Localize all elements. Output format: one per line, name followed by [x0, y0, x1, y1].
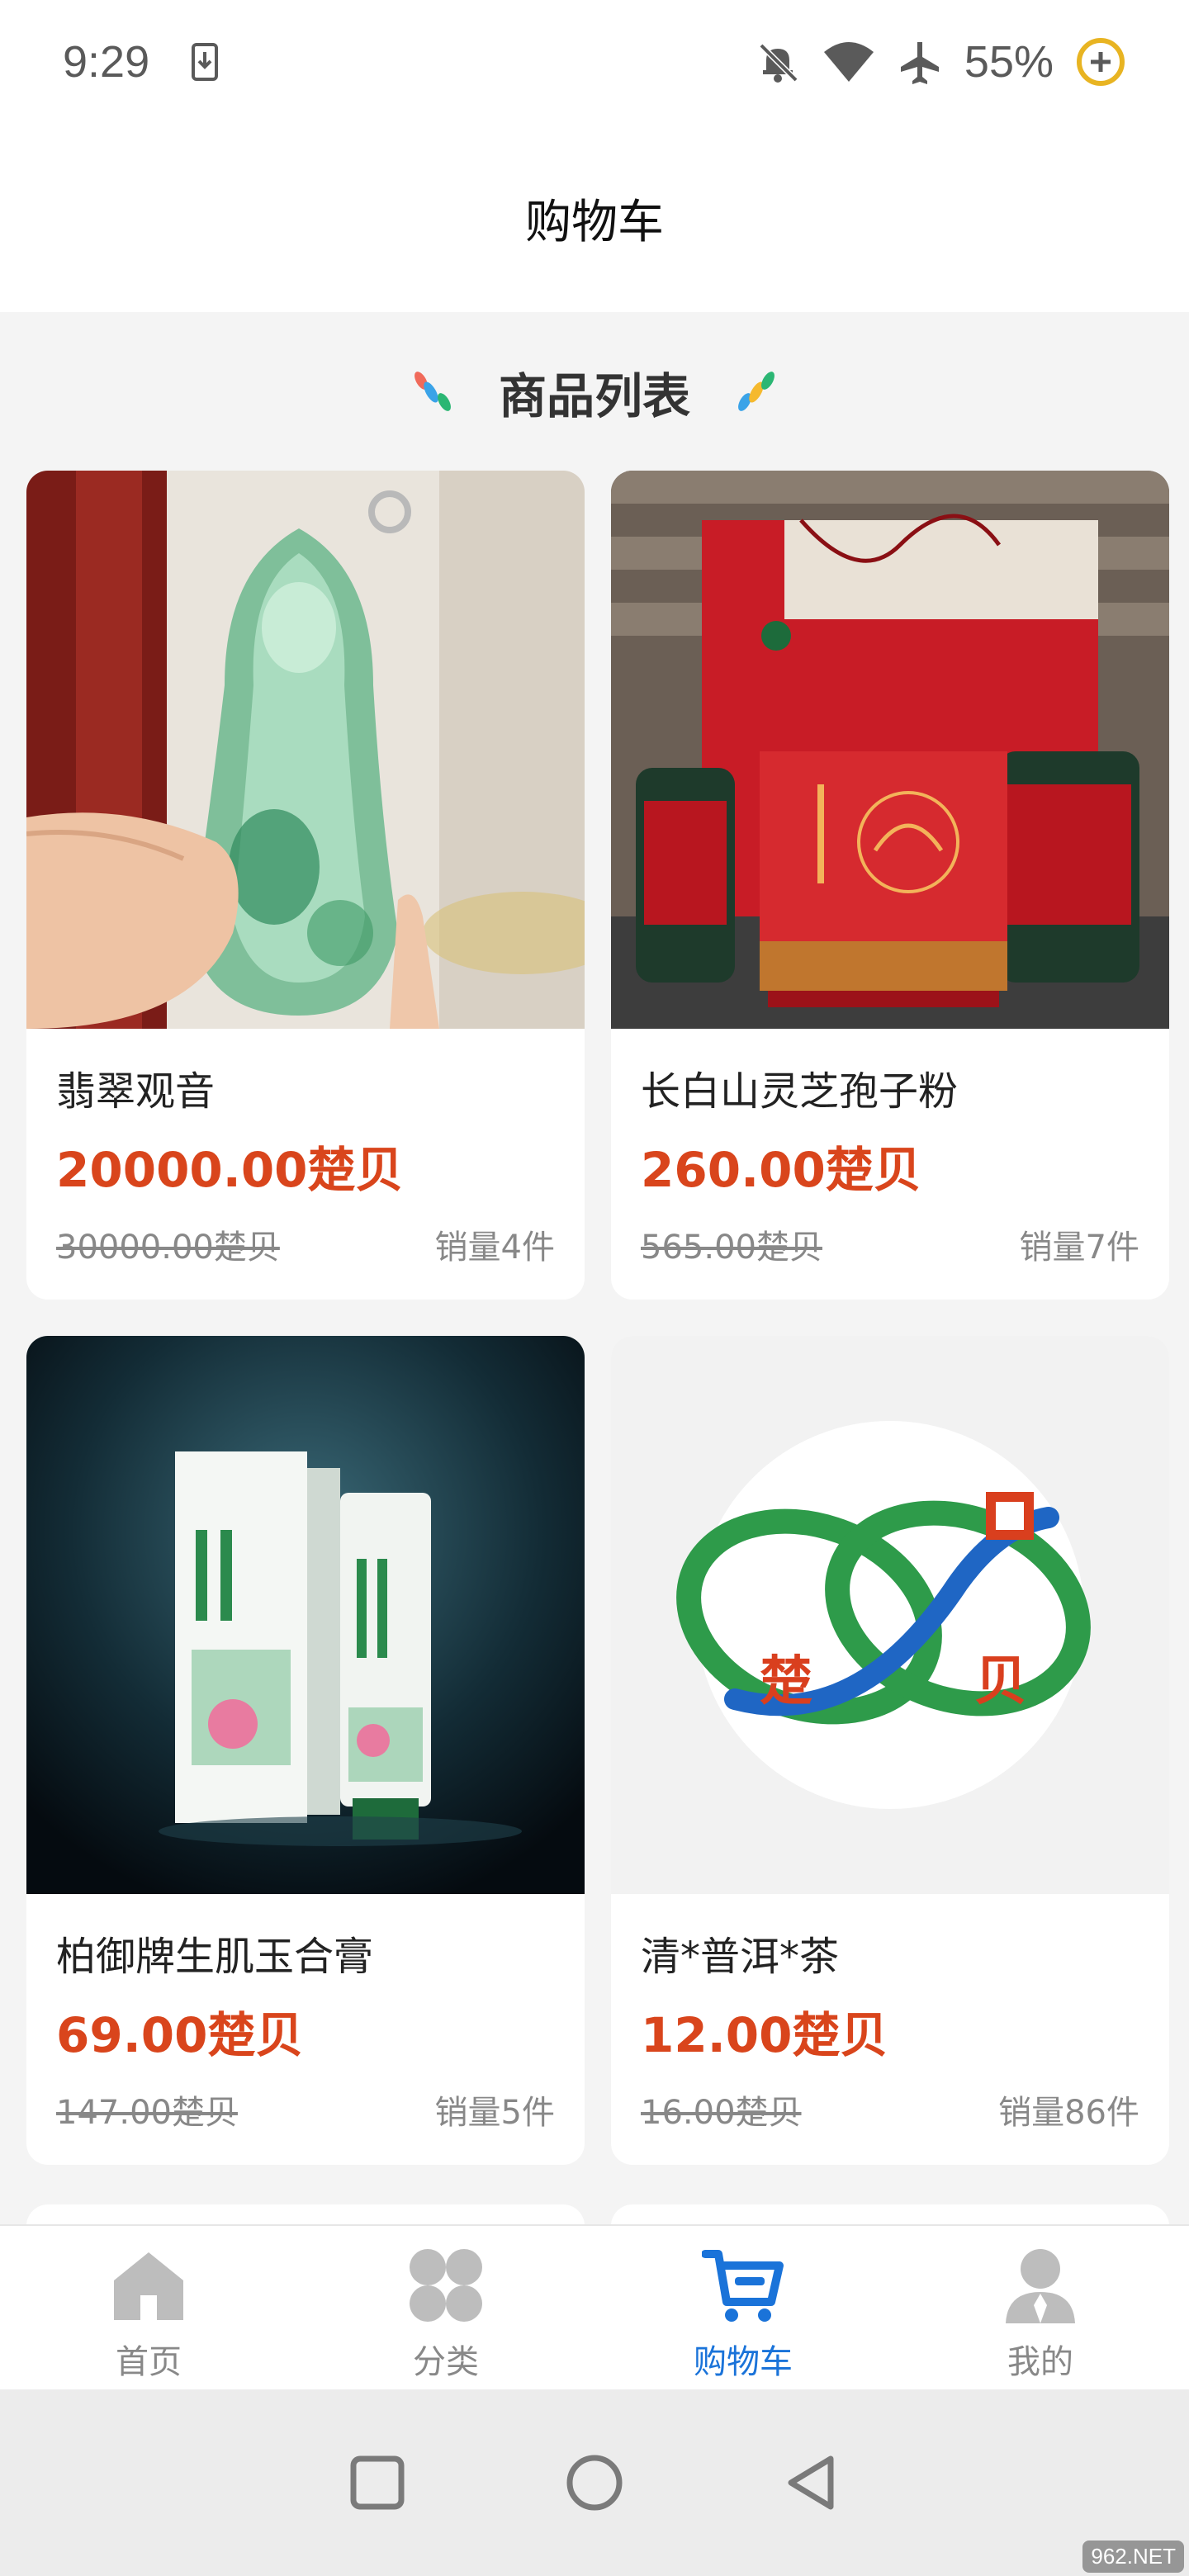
product-image-jade[interactable] — [26, 471, 585, 1029]
bottom-tab-bar: 首页 分类 购物车 我的 — [0, 2224, 1189, 2389]
notifications-off-icon — [759, 43, 798, 83]
airplane-icon — [900, 42, 939, 84]
product-name: 清*普洱*茶 — [641, 1934, 840, 1980]
home-icon — [114, 2252, 183, 2320]
battery-saver-icon — [1077, 38, 1125, 86]
product-sales: 销量5件 — [434, 2094, 555, 2132]
tab-label: 首页 — [116, 2343, 182, 2381]
page-title: 购物车 — [525, 195, 664, 249]
product-original-price: 565.00楚贝 — [641, 1229, 822, 1267]
status-bar: 9:29 55% — [0, 0, 1189, 124]
product-grid: 翡翠观音 20000.00楚贝 30000.00楚贝 销量4件 长白山灵芝孢子粉… — [26, 471, 1169, 2165]
tab-mine[interactable]: 我的 — [892, 2226, 1189, 2389]
product-sales: 销量4件 — [434, 1229, 555, 1267]
decoration-right-icon — [738, 372, 775, 411]
section-header: 商品列表 — [0, 347, 1189, 438]
product-image-ointment[interactable] — [26, 1336, 585, 1894]
cart-icon — [702, 2250, 784, 2322]
product-price: 69.00楚贝 — [56, 2007, 304, 2063]
product-image-logo[interactable]: 楚 贝 — [611, 1336, 1169, 1894]
product-name: 长白山灵芝孢子粉 — [641, 1068, 959, 1115]
tab-label: 分类 — [413, 2343, 479, 2381]
product-price: 20000.00楚贝 — [56, 1142, 404, 1198]
battery-percentage: 55% — [964, 37, 1054, 87]
product-price: 260.00楚贝 — [641, 1142, 921, 1198]
tab-label: 购物车 — [694, 2343, 793, 2381]
system-nav-bar — [0, 2389, 1189, 2576]
tab-label: 我的 — [1007, 2343, 1073, 2381]
product-sales: 销量86件 — [998, 2094, 1139, 2132]
product-original-price: 147.00楚贝 — [56, 2094, 238, 2132]
decoration-left-icon — [414, 372, 451, 411]
logo-text-right: 贝 — [974, 1651, 1027, 1712]
product-card[interactable]: 长白山灵芝孢子粉 260.00楚贝 565.00楚贝 销量7件 — [611, 471, 1169, 1300]
header: 购物车 — [0, 124, 1189, 312]
logo-text-left: 楚 — [760, 1651, 812, 1712]
category-icon — [410, 2249, 482, 2322]
wifi-icon — [823, 42, 874, 82]
section-title: 商品列表 — [498, 368, 690, 424]
watermark: 962.NET — [1082, 2540, 1184, 2573]
tab-home[interactable]: 首页 — [0, 2226, 297, 2389]
tab-category[interactable]: 分类 — [297, 2226, 594, 2389]
product-price: 12.00楚贝 — [641, 2007, 888, 2063]
download-icon — [192, 43, 219, 81]
product-original-price: 16.00楚贝 — [641, 2094, 802, 2132]
product-original-price: 30000.00楚贝 — [56, 1229, 280, 1267]
status-time: 9:29 — [63, 37, 150, 87]
product-image-lingzhi[interactable] — [611, 471, 1169, 1029]
back-button[interactable] — [783, 2454, 841, 2512]
product-name: 柏御牌生肌玉合膏 — [56, 1934, 374, 1980]
product-card[interactable]: 楚 贝 清*普洱*茶 12.00楚贝 16.00楚贝 销量86件 — [611, 1336, 1169, 2165]
product-sales: 销量7件 — [1019, 1229, 1139, 1267]
tab-cart[interactable]: 购物车 — [594, 2226, 892, 2389]
recents-button[interactable] — [348, 2454, 406, 2512]
product-name: 翡翠观音 — [56, 1068, 216, 1115]
product-card[interactable]: 翡翠观音 20000.00楚贝 30000.00楚贝 销量4件 — [26, 471, 585, 1300]
product-card[interactable]: 柏御牌生肌玉合膏 69.00楚贝 147.00楚贝 销量5件 — [26, 1336, 585, 2165]
home-button[interactable] — [563, 2451, 626, 2514]
user-icon — [1006, 2249, 1075, 2323]
